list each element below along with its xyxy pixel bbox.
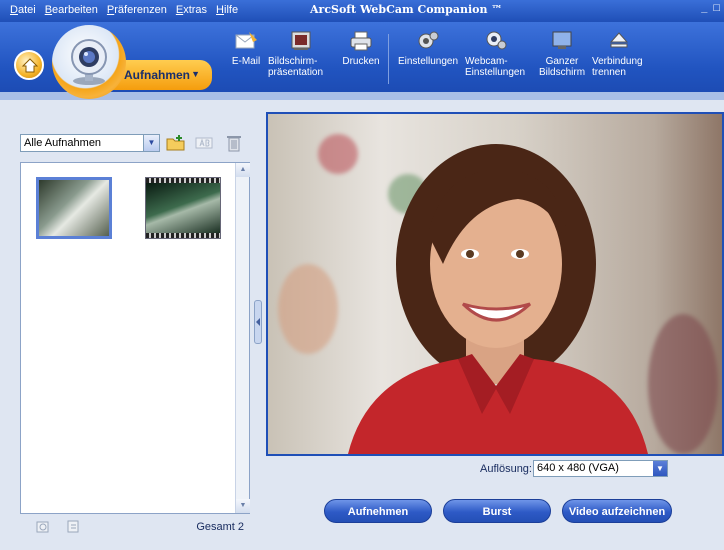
home-icon	[21, 58, 39, 73]
thumbnail-scrollbar[interactable]: ▲ ▼	[235, 163, 250, 513]
disconnect-label: Verbindung trennen	[592, 56, 643, 78]
menu-extras[interactable]: Extras	[176, 4, 207, 16]
webcam-settings-icon	[483, 30, 509, 52]
film-strip-bottom	[146, 233, 220, 238]
window-controls: _ □	[701, 2, 720, 14]
restore-button[interactable]: □	[713, 2, 720, 14]
live-preview	[266, 112, 724, 456]
menu-praeferenzen[interactable]: Präferenzen	[107, 4, 167, 16]
email-button[interactable]: E-Mail	[229, 30, 263, 67]
chevron-down-icon: ▼	[653, 461, 667, 476]
webcam-settings-label: Webcam- Einstellungen	[465, 56, 526, 78]
export-button[interactable]	[66, 519, 80, 533]
disconnect-button[interactable]: Verbindung trennen	[592, 30, 648, 78]
email-icon	[233, 30, 259, 52]
import-icon	[36, 521, 49, 533]
thumbnail-list: ▲ ▼	[20, 162, 250, 514]
webcam-settings-button[interactable]: Webcam- Einstellungen	[465, 30, 529, 78]
trash-icon	[227, 136, 241, 152]
filter-value: Alle Aufnahmen	[24, 137, 102, 149]
settings-icon	[415, 30, 441, 52]
delete-button[interactable]	[224, 134, 244, 152]
email-label: E-Mail	[231, 56, 261, 67]
webcam-image	[268, 114, 722, 454]
slideshow-label: Bildschirm- präsentation	[268, 56, 324, 78]
webcam-icon	[71, 39, 107, 85]
resolution-label: Auflösung:	[480, 463, 532, 475]
menu-datei[interactable]: Datei	[10, 4, 36, 16]
resolution-value: 640 x 480 (VGA)	[537, 462, 619, 474]
title-bar: Datei Bearbeiten Präferenzen Extras Hilf…	[0, 0, 724, 22]
settings-button[interactable]: Einstellungen	[396, 30, 460, 67]
video-frame	[146, 183, 220, 233]
menu-bar: Datei Bearbeiten Präferenzen Extras Hilf…	[10, 4, 238, 16]
scroll-down-icon[interactable]: ▼	[236, 499, 250, 513]
thumbnail-photo[interactable]	[36, 177, 112, 239]
webcam-mode-button[interactable]	[52, 25, 126, 99]
import-button[interactable]	[36, 519, 50, 533]
capture-panel: Alle Aufnahmen ▼ ▲ ▼ Gesamt 2	[0, 100, 258, 550]
resolution-dropdown[interactable]: 640 x 480 (VGA) ▼	[533, 460, 668, 477]
person-illustration	[348, 144, 648, 454]
mode-label: Aufnahmen	[124, 68, 190, 82]
capture-button[interactable]: Aufnehmen	[324, 499, 432, 523]
printer-icon	[348, 30, 374, 52]
slideshow-button[interactable]: Bildschirm- präsentation	[268, 30, 338, 78]
window-title: ArcSoft WebCam Companion ™	[310, 3, 503, 16]
fullscreen-button[interactable]: Ganzer Bildschirm	[536, 30, 588, 78]
fullscreen-icon	[549, 30, 575, 52]
new-folder-button[interactable]	[166, 134, 186, 152]
thumbnail-video[interactable]	[145, 177, 221, 239]
menu-hilfe[interactable]: Hilfe	[216, 4, 238, 16]
print-label: Drucken	[342, 56, 380, 67]
eject-icon	[606, 30, 632, 52]
scroll-up-icon[interactable]: ▲	[236, 163, 250, 177]
panel-splitter-handle[interactable]	[254, 300, 262, 344]
rename-button[interactable]	[194, 134, 214, 152]
filter-dropdown[interactable]: Alle Aufnahmen ▼	[20, 134, 160, 152]
chevron-down-icon: ▼	[191, 69, 200, 79]
toolbar-separator	[388, 34, 389, 84]
burst-button[interactable]: Burst	[443, 499, 551, 523]
total-count: Gesamt 2	[196, 521, 244, 533]
home-button[interactable]	[14, 50, 44, 80]
slideshow-icon	[288, 30, 314, 52]
fullscreen-label: Ganzer Bildschirm	[538, 56, 586, 78]
record-video-button[interactable]: Video aufzeichnen	[562, 499, 672, 523]
rename-icon	[195, 137, 213, 149]
menu-bearbeiten[interactable]: Bearbeiten	[45, 4, 98, 16]
print-button[interactable]: Drucken	[340, 30, 382, 67]
minimize-button[interactable]: _	[701, 2, 707, 14]
new-folder-icon	[166, 135, 185, 151]
export-icon	[67, 520, 79, 533]
settings-label: Einstellungen	[397, 56, 459, 67]
chevron-down-icon: ▼	[143, 135, 159, 151]
panel-footer: Gesamt 2	[20, 516, 250, 538]
